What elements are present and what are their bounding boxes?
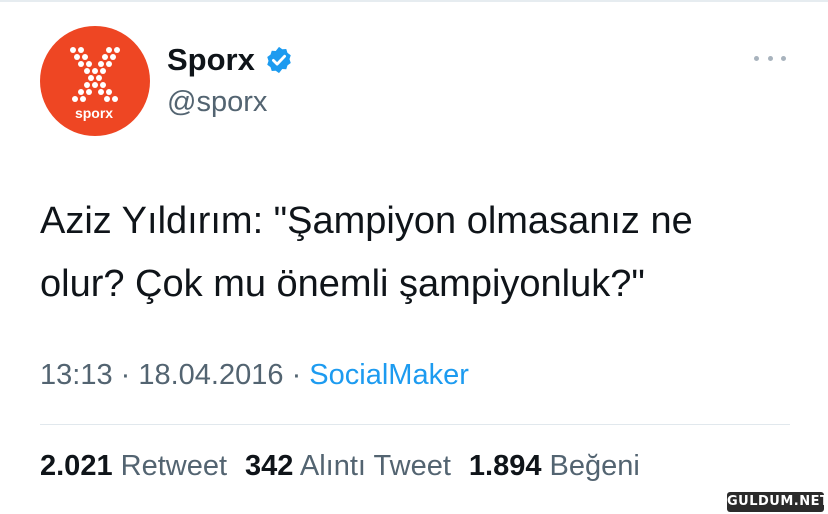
profile-name-row[interactable]: Sporx: [167, 42, 294, 78]
dot: [767, 55, 773, 61]
meta-separator: ·: [283, 359, 310, 391]
sporx-logo-icon: sporx: [70, 47, 120, 121]
meta-separator: ·: [112, 359, 139, 391]
tweet-date[interactable]: 18.04.2016: [138, 359, 283, 391]
profile-name[interactable]: Sporx: [167, 42, 255, 78]
dot: [781, 55, 786, 61]
avatar-text: sporx: [75, 105, 113, 121]
retweet-label: Retweet: [120, 450, 228, 482]
tweet-source-link[interactable]: SocialMaker: [309, 359, 469, 391]
dot: [754, 55, 759, 61]
stats-divider: [40, 424, 790, 425]
like-count: 1.894: [468, 450, 542, 482]
tweet-stats: 2.021 Retweet 342 Alıntı Tweet 1.894 Beğen…: [40, 449, 640, 483]
avatar[interactable]: sporx: [40, 26, 150, 136]
profile-handle[interactable]: @sporx: [167, 86, 267, 118]
like-label: Beğeni: [549, 450, 640, 482]
top-divider: [0, 0, 828, 2]
more-dots-icon[interactable]: [754, 48, 786, 68]
quote-stat[interactable]: 342 Alıntı Tweet: [245, 450, 451, 482]
tweet-time[interactable]: 13:13: [40, 359, 113, 391]
quote-count: 342: [245, 450, 294, 482]
quote-label: Alıntı Tweet: [299, 450, 451, 482]
watermark: GULDUM.NET: [727, 492, 828, 512]
like-stat[interactable]: 1.894 Beğeni: [469, 450, 640, 482]
tweet-text-line: olur? Çok mu önemli şampiyonluk?": [40, 263, 645, 305]
retweet-count: 2.021: [40, 450, 113, 482]
verified-badge-icon: [264, 45, 294, 75]
retweet-stat[interactable]: 2.021 Retweet: [40, 450, 227, 482]
tweet-text-line: Aziz Yıldırım: "Şampiyon olmasanız ne: [40, 200, 693, 242]
tweet-text: Aziz Yıldırım: "Şampiyon olmasanız ne ol…: [40, 190, 800, 316]
tweet-meta: 13:13 · 18.04.2016 · SocialMaker: [40, 358, 469, 392]
